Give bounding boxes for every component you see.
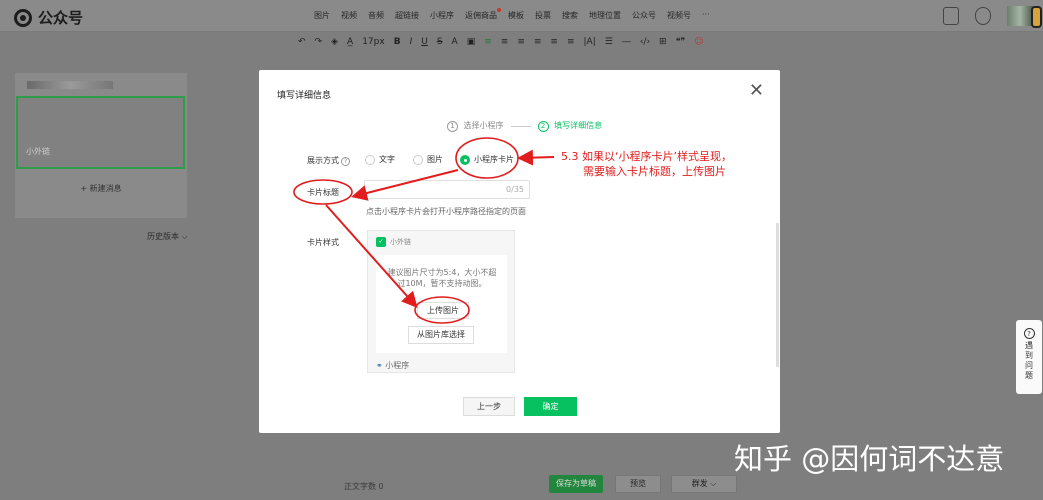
annotation-arrow — [517, 149, 555, 166]
annotation-arrow — [351, 169, 459, 201]
annotation-line-1: 5.3 如果以‘小程序卡片’样式呈现， — [561, 150, 732, 163]
annotation-line-2: 需要输入卡片标题，上传图片 — [583, 165, 726, 178]
annotation-circle-title — [293, 179, 353, 205]
annotation-overlay — [293, 137, 555, 324]
annotation-circle-card — [455, 137, 519, 179]
annotation-text: 5.3 如果以‘小程序卡片’样式呈现， 需要输入卡片标题，上传图片 — [561, 149, 732, 179]
annotation-circle-upload — [414, 296, 470, 324]
annotation-arrow — [325, 204, 418, 308]
